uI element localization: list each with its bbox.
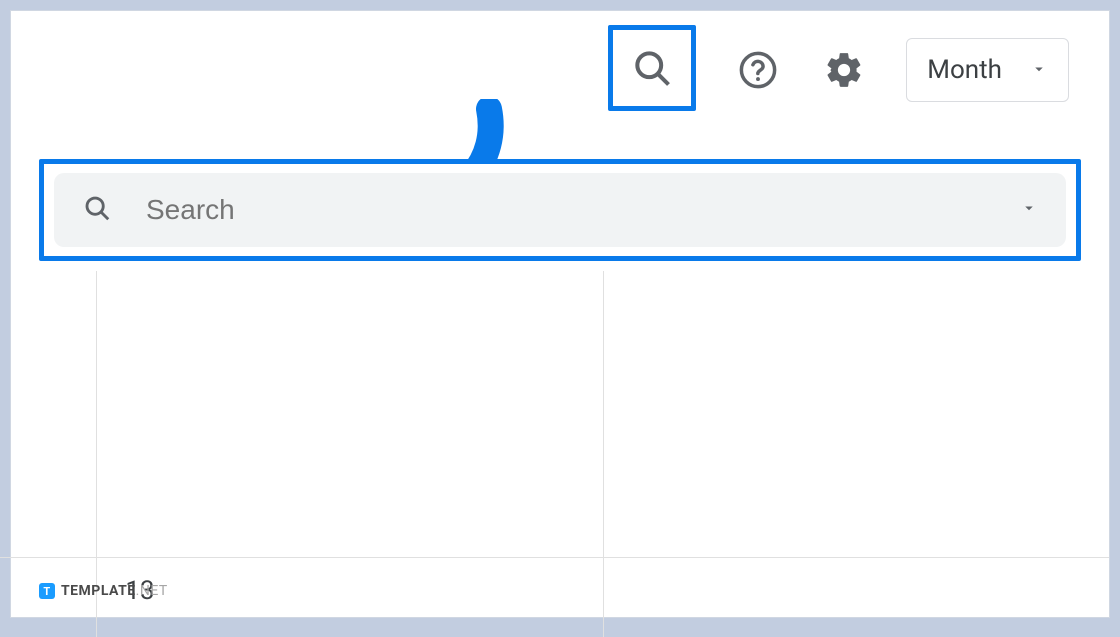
search-icon [630,46,674,90]
search-bar-highlight [39,159,1081,261]
calendar-row [0,271,1109,557]
chevron-down-icon [1020,199,1038,217]
watermark-tld: .NET [136,583,168,599]
help-button[interactable] [734,46,782,94]
help-icon [737,49,779,91]
search-input[interactable] [146,194,986,226]
calendar-cell[interactable]: 13 [97,558,603,637]
watermark: T TEMPLATE.NET [39,583,168,599]
search-icon-highlight [608,25,696,111]
search-icon [82,193,112,227]
watermark-logo: T [39,583,55,599]
calendar-cell[interactable] [604,558,1109,637]
calendar-cell[interactable] [97,271,603,557]
search-button[interactable] [628,44,676,92]
top-toolbar: Month [608,29,1069,111]
search-bar[interactable] [54,173,1066,247]
calendar-cell[interactable] [604,271,1109,557]
calendar-cell[interactable] [0,271,97,557]
watermark-brand: TEMPLATE [61,583,136,599]
gear-icon [823,49,865,91]
app-frame: Month [10,10,1110,618]
search-options-button[interactable] [1020,199,1038,221]
settings-button[interactable] [820,46,868,94]
chevron-down-icon [1030,55,1048,85]
view-selector-label: Month [927,55,1002,85]
view-selector[interactable]: Month [906,38,1069,102]
calendar-grid: 12 13 [0,271,1109,617]
